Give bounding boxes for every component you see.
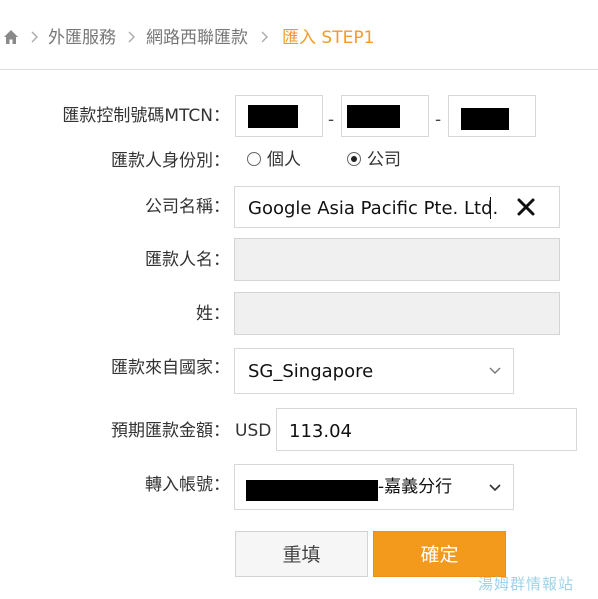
company-name-input[interactable]: Google Asia Pacific Pte. Ltd.	[234, 186, 560, 228]
breadcrumb: 外匯服務 網路西聯匯款 匯入 STEP1	[0, 0, 598, 70]
company-name-value: Google Asia Pacific Pte. Ltd.	[248, 198, 499, 219]
chevron-right-icon	[128, 31, 135, 43]
chevron-right-icon	[31, 31, 38, 43]
radio-individual[interactable]	[247, 152, 261, 166]
redaction-mask	[347, 105, 400, 128]
country-label: 匯款來自國家：	[111, 358, 230, 378]
country-select[interactable]: SG_Singapore	[234, 348, 514, 394]
chevron-down-icon	[489, 367, 501, 374]
amount-label: 預期匯款金額：	[111, 421, 230, 441]
submit-button[interactable]: 確定	[373, 531, 506, 577]
chevron-down-icon	[489, 484, 501, 492]
radio-individual-label[interactable]: 個人	[267, 148, 301, 172]
surname-label: 姓：	[196, 304, 230, 324]
redaction-mask	[461, 108, 509, 130]
radio-company[interactable]	[347, 152, 361, 166]
amount-input[interactable]: 113.04	[276, 408, 577, 451]
currency-code: USD	[235, 421, 272, 441]
close-icon[interactable]	[516, 197, 536, 217]
amount-value: 113.04	[289, 421, 352, 442]
account-branch-suffix: -嘉義分行	[378, 477, 453, 497]
watermark-text: 湯姆群情報站	[478, 575, 575, 593]
mtcn-separator: -	[435, 110, 442, 130]
redaction-mask	[248, 105, 298, 128]
mtcn-part1-input[interactable]	[235, 95, 323, 137]
remitter-name-input[interactable]	[234, 238, 560, 281]
text-caret	[490, 197, 491, 219]
home-icon[interactable]	[3, 29, 19, 45]
remitter-name-label: 匯款人名：	[145, 250, 230, 270]
breadcrumb-item-western-union[interactable]: 網路西聯匯款	[146, 26, 248, 50]
mtcn-part3-input[interactable]	[448, 95, 536, 137]
account-label: 轉入帳號：	[145, 475, 230, 495]
surname-input[interactable]	[234, 292, 560, 335]
mtcn-separator: -	[328, 110, 335, 130]
mtcn-label: 匯款控制號碼MTCN：	[62, 106, 230, 126]
account-select[interactable]: -嘉義分行	[234, 464, 514, 510]
country-select-value: SG_Singapore	[248, 361, 374, 382]
breadcrumb-item-foreign-exchange[interactable]: 外匯服務	[48, 26, 116, 50]
radio-company-label[interactable]: 公司	[367, 148, 401, 172]
reset-button[interactable]: 重填	[235, 531, 368, 577]
identity-label: 匯款人身份別：	[111, 151, 230, 171]
breadcrumb-item-current-step: 匯入 STEP1	[282, 28, 375, 48]
redaction-mask	[246, 480, 378, 501]
company-name-label: 公司名稱：	[145, 197, 230, 217]
mtcn-part2-input[interactable]	[341, 95, 429, 137]
chevron-right-icon	[261, 31, 268, 43]
